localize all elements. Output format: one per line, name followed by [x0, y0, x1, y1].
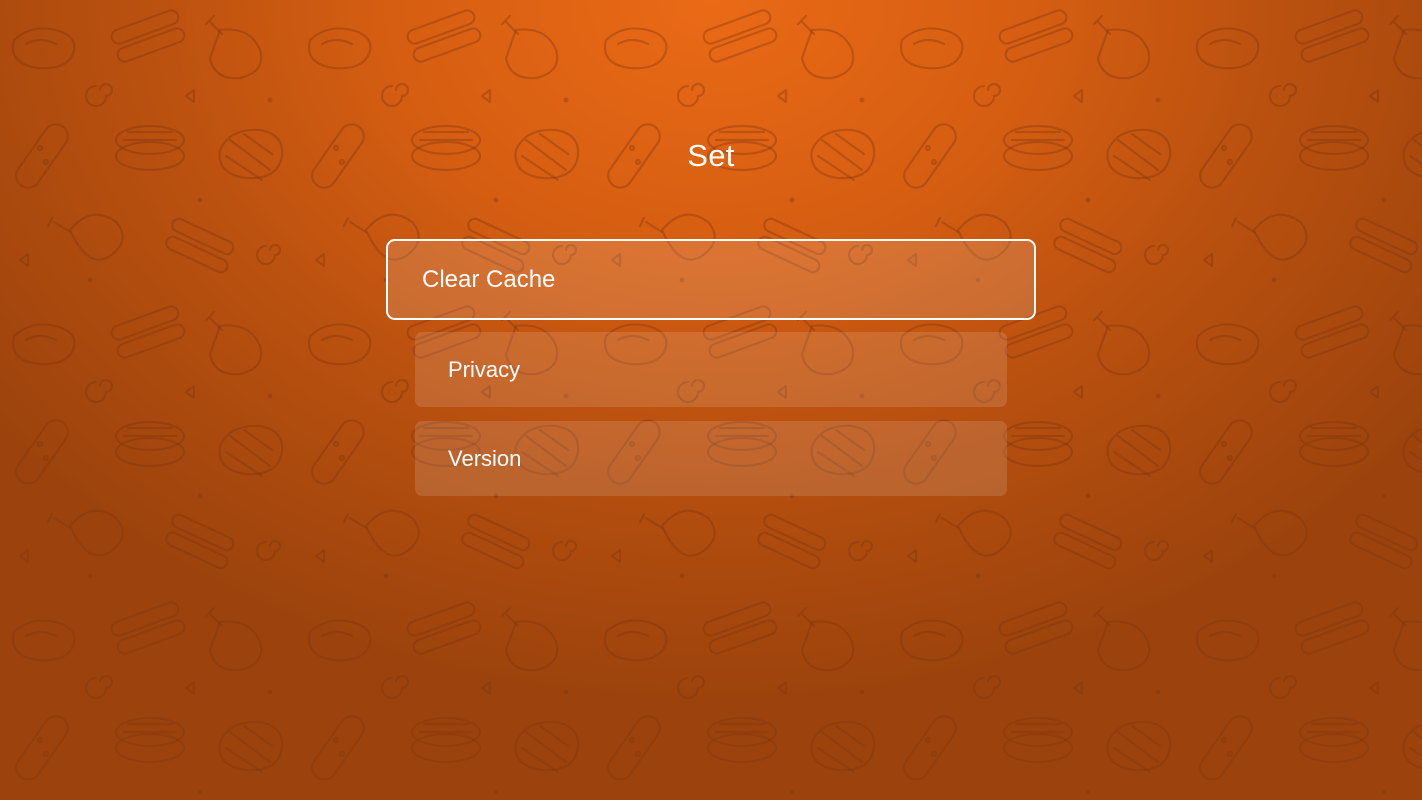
privacy-label: Privacy	[448, 356, 521, 382]
version-button[interactable]: Version	[415, 421, 1007, 496]
clear-cache-label: Clear Cache	[422, 265, 556, 293]
clear-cache-button[interactable]: Clear Cache	[386, 239, 1036, 320]
page-title: Set	[687, 138, 735, 173]
version-label: Version	[448, 445, 522, 471]
privacy-button[interactable]: Privacy	[415, 332, 1007, 407]
